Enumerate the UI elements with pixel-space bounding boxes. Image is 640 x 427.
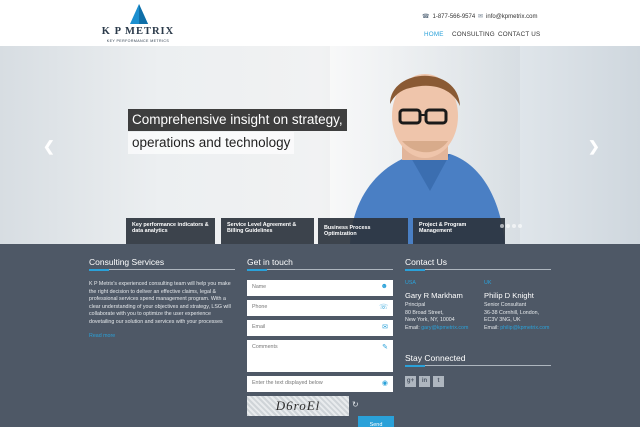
contact-email-link[interactable]: philip@kpmetrix.com bbox=[500, 325, 549, 331]
logo[interactable]: K P METRIX KEY PERFORMANCE METRICS bbox=[95, 4, 185, 44]
contact-details: Principal 80 Broad Street, New York, NY,… bbox=[405, 302, 469, 331]
slider-dot[interactable] bbox=[518, 224, 522, 228]
slider-dot[interactable] bbox=[500, 224, 504, 228]
comments-field[interactable]: Comments ✎ bbox=[247, 340, 393, 372]
consulting-rule bbox=[89, 268, 235, 271]
hero-slider: Comprehensive insight on strategy, opera… bbox=[0, 46, 640, 244]
captcha-image: D6roEl bbox=[247, 396, 349, 416]
contact-details: Senior Consultant 36-38 Cornhill, London… bbox=[484, 302, 550, 331]
header-phone[interactable]: ☎ 1-877-566-9574 bbox=[422, 13, 475, 21]
slider-dot[interactable] bbox=[512, 224, 516, 228]
hero-person-image bbox=[350, 74, 505, 244]
form-title: Get in touch bbox=[247, 257, 293, 267]
nav-home[interactable]: HOME bbox=[424, 31, 444, 38]
email-field[interactable]: Email ✉ bbox=[247, 320, 393, 336]
contact-location: UK bbox=[484, 280, 492, 286]
hero-tab-bpo[interactable]: Business Process Optimization bbox=[318, 218, 408, 244]
linkedin-icon[interactable]: in bbox=[419, 376, 430, 387]
twitter-icon[interactable]: t bbox=[433, 376, 444, 387]
header-email[interactable]: ✉ info@kpmetrix.com bbox=[478, 13, 537, 21]
logo-triangle-icon bbox=[130, 4, 148, 24]
refresh-icon[interactable]: ↻ bbox=[352, 400, 359, 409]
pencil-icon: ✎ bbox=[382, 344, 388, 351]
mail-icon: ✉ bbox=[478, 14, 484, 20]
hero-headline-line1: Comprehensive insight on strategy, bbox=[128, 109, 347, 131]
nav-consulting[interactable]: CONSULTING bbox=[452, 31, 495, 38]
phone-icon: ☎ bbox=[422, 14, 430, 20]
consulting-body: K P Metrix's experienced consulting team… bbox=[89, 281, 231, 325]
contact-email-link[interactable]: gary@kpmetrix.com bbox=[421, 325, 468, 331]
connected-title: Stay Connected bbox=[405, 353, 466, 363]
logo-name: K P METRIX bbox=[101, 26, 175, 37]
contact-title: Contact Us bbox=[405, 257, 448, 267]
consulting-title: Consulting Services bbox=[89, 257, 165, 267]
phone-field[interactable]: Phone ☏ bbox=[247, 300, 393, 316]
contact-location: USA bbox=[405, 280, 416, 286]
contact-name: Gary R Markham bbox=[405, 291, 463, 300]
site-header: K P METRIX KEY PERFORMANCE METRICS ☎ 1-8… bbox=[0, 0, 640, 46]
captcha-input[interactable]: Enter the text displayed below ◉ bbox=[247, 376, 393, 392]
contact-rule bbox=[405, 268, 551, 271]
read-more-link[interactable]: Read more bbox=[89, 333, 115, 339]
hero-headline-line2: operations and technology bbox=[128, 132, 295, 154]
slider-dots bbox=[500, 224, 522, 228]
logo-tagline: KEY PERFORMANCE METRICS bbox=[106, 39, 170, 43]
user-icon: ☻ bbox=[380, 283, 388, 290]
mail-icon: ✉ bbox=[382, 324, 388, 331]
chevron-right-icon[interactable]: ❯ bbox=[588, 138, 600, 155]
google-plus-icon[interactable]: g+ bbox=[405, 376, 416, 387]
hero-window bbox=[520, 46, 640, 244]
connected-rule bbox=[405, 364, 551, 367]
form-rule bbox=[247, 268, 393, 271]
eye-icon: ◉ bbox=[381, 380, 388, 387]
hero-tab-sla[interactable]: Service Level Agreement & Billing Guidel… bbox=[221, 218, 314, 244]
phone-icon: ☏ bbox=[379, 304, 388, 311]
name-field[interactable]: Name ☻ bbox=[247, 280, 393, 296]
send-button[interactable]: Send bbox=[358, 416, 394, 427]
contact-name: Philip D Knight bbox=[484, 291, 534, 300]
chevron-left-icon[interactable]: ❮ bbox=[43, 138, 55, 155]
hero-tab-pm[interactable]: Project & Program Management bbox=[413, 218, 505, 244]
slider-dot[interactable] bbox=[506, 224, 510, 228]
hero-tab-kpi[interactable]: Key performance indicators & data analyt… bbox=[126, 218, 215, 244]
nav-contact-us[interactable]: CONTACT US bbox=[498, 31, 540, 38]
